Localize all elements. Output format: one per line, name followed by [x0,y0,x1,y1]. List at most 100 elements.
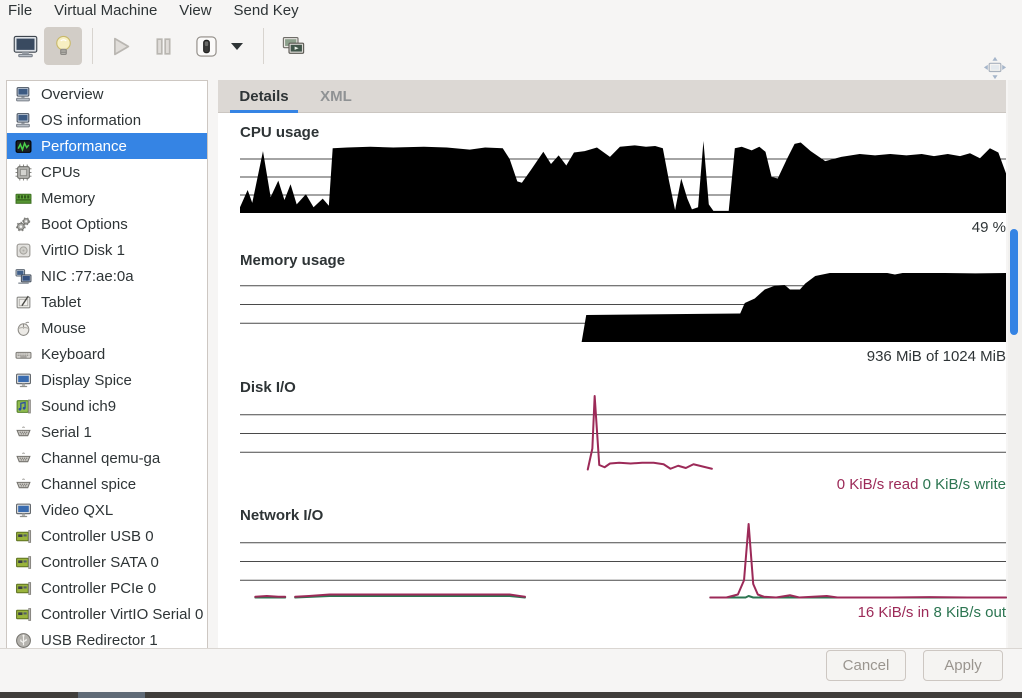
sidebar-item-video-qxl[interactable]: Video QXL [7,497,207,523]
fullscreen-icon [981,54,1009,82]
sidebar-item-nic[interactable]: NIC :77:ae:0a [7,263,207,289]
sidebar-item-os-information[interactable]: OS information [7,107,207,133]
sidebar-item-boot-options[interactable]: Boot Options [7,211,207,237]
virt-manager-window: File Virtual Machine View Send Key [0,0,1022,698]
serial-port-icon [15,424,32,441]
sidebar-item-serial[interactable]: Serial 1 [7,419,207,445]
menu-view[interactable]: View [168,0,222,22]
sound-card-icon [15,398,32,415]
toolbar [0,22,1022,70]
display-icon [15,372,32,389]
console-button[interactable] [6,27,44,65]
sidebar-item-label: Memory [41,190,95,207]
sidebar-item-label: Channel spice [41,476,136,493]
sidebar-item-controller-sata[interactable]: Controller SATA 0 [7,549,207,575]
show-details-button[interactable] [44,27,82,65]
hardware-list: Overview OS information Performance CPUs… [6,80,208,650]
network-io-value: 16 KiB/s in 8 KiB/s out [240,604,1006,621]
shutdown-icon [193,33,220,60]
sidebar-item-channel-spice[interactable]: Channel spice [7,471,207,497]
scrollbar-thumb[interactable] [1010,229,1018,335]
sidebar-item-label: Controller USB 0 [41,528,154,545]
disk-io-chart [240,396,1006,471]
sidebar-item-display-spice[interactable]: Display Spice [7,367,207,393]
sidebar-item-label: Video QXL [41,502,113,519]
sidebar-item-label: USB Redirector 1 [41,632,158,649]
sidebar-item-label: Controller VirtIO Serial 0 [41,606,203,623]
sidebar-item-label: Performance [41,138,127,155]
sidebar-item-mouse[interactable]: Mouse [7,315,207,341]
sidebar-item-controller-virtio-serial[interactable]: Controller VirtIO Serial 0 [7,601,207,627]
serial-port-icon [15,476,32,493]
gears-icon [15,216,32,233]
display-icon [15,502,32,519]
sidebar-item-label: Display Spice [41,372,132,389]
network-out-value: 8 KiB/s out [933,604,1006,621]
sidebar-item-label: Serial 1 [41,424,92,441]
network-io-chart [240,524,1006,599]
sidebar-item-label: NIC :77:ae:0a [41,268,134,285]
pci-card-icon [15,580,32,597]
sidebar-item-controller-pcie[interactable]: Controller PCIe 0 [7,575,207,601]
computer-icon [15,86,32,103]
sidebar-item-label: Keyboard [41,346,105,363]
network-in-value: 16 KiB/s in [858,604,930,621]
pci-card-icon [15,606,32,623]
sidebar-item-tablet[interactable]: Tablet [7,289,207,315]
keyboard-icon [15,346,32,363]
tab-bar: Details XML [218,80,1006,113]
disk-read-value: 0 KiB/s read [837,476,919,493]
cpu-icon [15,164,32,181]
shutdown-button[interactable] [187,27,225,65]
memory-usage-value: 936 MiB of 1024 MiB [240,348,1006,365]
sidebar-item-label: CPUs [41,164,80,181]
sidebar-item-label: Controller SATA 0 [41,554,159,571]
window-bottom-edge-highlight [78,692,145,698]
shutdown-menu-button[interactable] [225,27,249,65]
sidebar-item-memory[interactable]: Memory [7,185,207,211]
sidebar-item-cpus[interactable]: CPUs [7,159,207,185]
usb-icon [15,632,32,649]
menu-virtual-machine[interactable]: Virtual Machine [43,0,168,22]
memory-icon [15,190,32,207]
serial-port-icon [15,450,32,467]
cpu-usage-value: 49 % [240,219,1006,236]
menu-bar: File Virtual Machine View Send Key [0,0,1022,22]
sidebar-item-usb-redirector[interactable]: USB Redirector 1 [7,627,207,650]
sidebar-item-label: OS information [41,112,141,129]
tab-xml[interactable]: XML [314,80,358,113]
details-pane: Details XML CPU usage 49 % Memory usage … [218,80,1006,648]
pause-icon [150,33,177,60]
disk-icon [15,242,32,259]
apply-button[interactable]: Apply [923,650,1003,681]
run-button[interactable] [101,27,139,65]
sidebar-item-performance[interactable]: Performance [7,133,207,159]
tab-details[interactable]: Details [228,80,300,113]
sidebar-item-overview[interactable]: Overview [7,81,207,107]
memory-usage-chart [240,267,1006,342]
dual-display-icon [280,33,307,60]
mouse-icon [15,320,32,337]
sidebar-item-channel-qemu-ga[interactable]: Channel qemu-ga [7,445,207,471]
cancel-button[interactable]: Cancel [826,650,906,681]
cpu-usage-chart [240,141,1006,213]
run-play-icon [107,33,134,60]
console-monitor-icon [12,33,39,60]
sidebar-item-virtio-disk[interactable]: VirtIO Disk 1 [7,237,207,263]
disk-write-value: 0 KiB/s write [923,476,1006,493]
disk-io-value: 0 KiB/s read 0 KiB/s write [240,476,1006,493]
menu-send-key[interactable]: Send Key [223,0,310,22]
display-console-button[interactable] [274,27,312,65]
sidebar-item-label: Channel qemu-ga [41,450,160,467]
window-bottom-edge [0,692,1022,698]
menu-file[interactable]: File [8,0,43,22]
sidebar-item-controller-usb[interactable]: Controller USB 0 [7,523,207,549]
sidebar-item-label: VirtIO Disk 1 [41,242,125,259]
sidebar-item-keyboard[interactable]: Keyboard [7,341,207,367]
pause-button[interactable] [144,27,182,65]
network-icon [15,268,32,285]
shutdown-menu-arrow-icon [231,43,243,50]
sidebar-item-label: Boot Options [41,216,128,233]
sidebar-item-sound[interactable]: Sound ich9 [7,393,207,419]
scrollbar-track[interactable] [1008,80,1022,648]
